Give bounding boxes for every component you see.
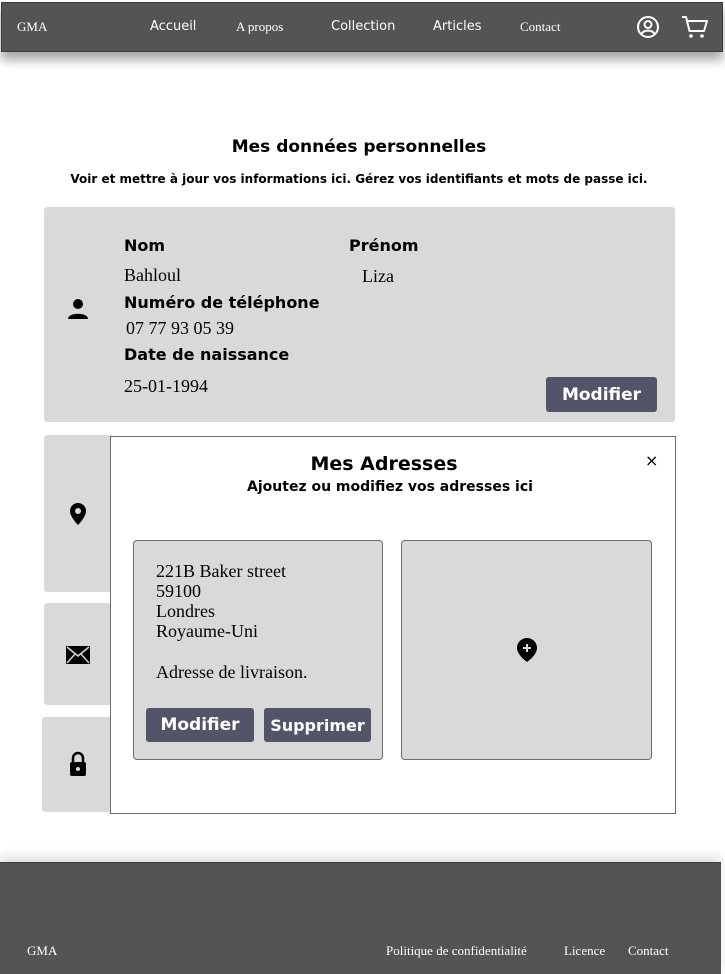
- address-country: Royaume-Uni: [156, 621, 258, 641]
- delete-address-button[interactable]: Supprimer: [264, 708, 371, 742]
- footer-link-licence[interactable]: Licence: [564, 943, 605, 959]
- address-street: 221B Baker street: [156, 561, 286, 581]
- location-pin-icon: [70, 503, 86, 525]
- personal-info-card: Nom Bahloul Prénom Liza Numéro de téléph…: [44, 207, 675, 422]
- footer-logo[interactable]: GMA: [27, 943, 57, 959]
- edit-address-button[interactable]: Modifier: [146, 708, 254, 742]
- top-navbar: GMA Accueil A propos Collection Articles…: [1, 2, 723, 52]
- edit-personal-info-button[interactable]: Modifier: [546, 377, 657, 412]
- close-icon[interactable]: ×: [645, 451, 658, 470]
- birth-date-label: Date de naissance: [124, 345, 290, 364]
- nav-articles[interactable]: Articles: [433, 19, 481, 34]
- address-postal-code: 59100: [156, 581, 201, 601]
- user-icon: [68, 299, 88, 319]
- footer-link-privacy[interactable]: Politique de confidentialité: [386, 943, 527, 959]
- address-city: Londres: [156, 601, 215, 621]
- add-location-icon: [517, 638, 537, 662]
- mail-icon: [66, 646, 90, 664]
- tab-addresses[interactable]: [44, 435, 114, 592]
- nav-contact[interactable]: Contact: [520, 19, 560, 35]
- tab-email[interactable]: [44, 603, 114, 705]
- footer-link-contact[interactable]: Contact: [628, 943, 668, 959]
- last-name-value: Bahloul: [124, 265, 181, 285]
- add-address-card[interactable]: [401, 540, 652, 760]
- page-subtitle: Voir et mettre à jour vos informations i…: [70, 172, 648, 186]
- page-title: Mes données personnelles: [231, 137, 487, 157]
- nav-accueil[interactable]: Accueil: [150, 19, 196, 34]
- addresses-modal: Mes Adresses Ajoutez ou modifiez vos adr…: [110, 436, 676, 814]
- nav-collection[interactable]: Collection: [331, 19, 395, 34]
- address-card: 221B Baker street 59100 Londres Royaume-…: [133, 540, 383, 760]
- modal-subtitle: Ajoutez ou modifiez vos adresses ici: [247, 479, 533, 495]
- last-name-label: Nom: [124, 236, 166, 255]
- footer: GMA Politique de confidentialité Licence…: [0, 862, 721, 974]
- logo[interactable]: GMA: [17, 19, 47, 35]
- modal-title: Mes Adresses: [310, 453, 458, 475]
- first-name-value: Liza: [362, 266, 394, 286]
- lock-icon: [70, 751, 86, 776]
- tab-security[interactable]: [42, 717, 114, 812]
- birth-date-value: 25-01-1994: [124, 376, 208, 396]
- account-icon[interactable]: [635, 14, 661, 40]
- address-type: Adresse de livraison.: [156, 662, 308, 682]
- phone-value: 07 77 93 05 39: [126, 318, 234, 338]
- phone-label: Numéro de téléphone: [124, 293, 320, 312]
- nav-a-propos[interactable]: A propos: [236, 19, 283, 35]
- first-name-label: Prénom: [349, 236, 419, 255]
- cart-icon[interactable]: [681, 14, 709, 40]
